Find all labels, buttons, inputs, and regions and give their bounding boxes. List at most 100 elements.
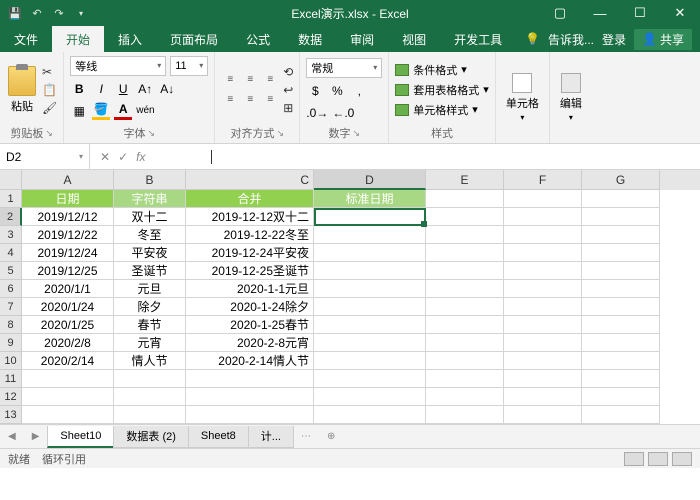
- cell[interactable]: [504, 226, 582, 244]
- minimize-button[interactable]: —: [580, 0, 620, 26]
- cell[interactable]: [186, 370, 314, 388]
- cell[interactable]: [426, 352, 504, 370]
- cancel-formula-icon[interactable]: ✕: [100, 150, 110, 164]
- cell[interactable]: [504, 190, 582, 208]
- cell[interactable]: 冬至: [114, 226, 186, 244]
- save-icon[interactable]: 💾: [6, 4, 24, 22]
- cell[interactable]: [426, 406, 504, 424]
- cell[interactable]: [426, 280, 504, 298]
- number-format-combo[interactable]: 常规▾: [306, 58, 382, 78]
- row-header[interactable]: 6: [0, 280, 22, 298]
- row-header[interactable]: 10: [0, 352, 22, 370]
- cell[interactable]: [504, 406, 582, 424]
- cell[interactable]: 2019/12/22: [22, 226, 114, 244]
- cell[interactable]: 2019/12/12: [22, 208, 114, 226]
- cell[interactable]: [114, 388, 186, 406]
- row-header[interactable]: 3: [0, 226, 22, 244]
- sheet-tab[interactable]: 计...: [248, 426, 294, 448]
- cell[interactable]: [426, 388, 504, 406]
- cell[interactable]: 情人节: [114, 352, 186, 370]
- cell[interactable]: 除夕: [114, 298, 186, 316]
- format-as-table-button[interactable]: 套用表格格式 ▾: [395, 81, 489, 99]
- row-header[interactable]: 9: [0, 334, 22, 352]
- cell[interactable]: [582, 208, 660, 226]
- cell[interactable]: [582, 280, 660, 298]
- cell[interactable]: 2019-12-12双十二: [186, 208, 314, 226]
- tab-dev[interactable]: 开发工具: [440, 26, 516, 52]
- cell[interactable]: [314, 208, 426, 226]
- underline-button[interactable]: U: [114, 80, 132, 98]
- cell[interactable]: [114, 370, 186, 388]
- align-top-icon[interactable]: ≡: [221, 71, 239, 89]
- row-header[interactable]: 11: [0, 370, 22, 388]
- cell[interactable]: [582, 406, 660, 424]
- cell[interactable]: [114, 406, 186, 424]
- redo-icon[interactable]: ↷: [50, 4, 68, 22]
- select-all-corner[interactable]: [0, 170, 22, 190]
- cell[interactable]: [504, 298, 582, 316]
- share-button[interactable]: 👤共享: [634, 29, 692, 50]
- cell[interactable]: 双十二: [114, 208, 186, 226]
- cell[interactable]: 2019-12-25圣诞节: [186, 262, 314, 280]
- format-painter-icon[interactable]: 🖌: [42, 101, 57, 115]
- cell[interactable]: [426, 190, 504, 208]
- align-right-icon[interactable]: ≡: [261, 91, 279, 109]
- cell[interactable]: 2020-1-24除夕: [186, 298, 314, 316]
- align-left-icon[interactable]: ≡: [221, 91, 239, 109]
- cell[interactable]: 平安夜: [114, 244, 186, 262]
- cell[interactable]: [186, 406, 314, 424]
- row-header[interactable]: 1: [0, 190, 22, 208]
- cell[interactable]: [22, 406, 114, 424]
- cell[interactable]: [186, 388, 314, 406]
- cell[interactable]: 2020-1-1元旦: [186, 280, 314, 298]
- row-header[interactable]: 13: [0, 406, 22, 424]
- col-header-a[interactable]: A: [22, 170, 114, 190]
- cell[interactable]: 2020/1/24: [22, 298, 114, 316]
- row-header[interactable]: 4: [0, 244, 22, 262]
- font-launcher-icon[interactable]: ↘: [147, 128, 155, 139]
- name-box[interactable]: D2▾: [0, 144, 90, 169]
- cell[interactable]: 2019-12-22冬至: [186, 226, 314, 244]
- sheet-tab[interactable]: 数据表 (2): [113, 426, 189, 448]
- cell[interactable]: [314, 280, 426, 298]
- col-header-c[interactable]: C: [186, 170, 314, 190]
- cell[interactable]: [504, 334, 582, 352]
- cell[interactable]: [314, 226, 426, 244]
- cell[interactable]: [22, 388, 114, 406]
- align-bottom-icon[interactable]: ≡: [261, 71, 279, 89]
- decrease-decimal-button[interactable]: ←.0: [332, 104, 354, 122]
- row-header[interactable]: 7: [0, 298, 22, 316]
- formula-bar[interactable]: [155, 144, 700, 169]
- cell[interactable]: [314, 388, 426, 406]
- cell[interactable]: [582, 352, 660, 370]
- col-header-b[interactable]: B: [114, 170, 186, 190]
- undo-icon[interactable]: ↶: [28, 4, 46, 22]
- cell[interactable]: [504, 316, 582, 334]
- cell[interactable]: 2020/2/14: [22, 352, 114, 370]
- cell[interactable]: [314, 298, 426, 316]
- cell[interactable]: 元宵: [114, 334, 186, 352]
- cell[interactable]: [582, 388, 660, 406]
- tab-review[interactable]: 审阅: [336, 26, 388, 52]
- cut-icon[interactable]: ✂: [42, 65, 57, 79]
- number-launcher-icon[interactable]: ↘: [353, 128, 361, 139]
- layout-view-icon[interactable]: [648, 452, 668, 466]
- orientation-icon[interactable]: ⟲: [283, 65, 293, 79]
- sheet-tab-active[interactable]: Sheet10: [47, 426, 114, 448]
- cells-button[interactable]: 单元格▾: [502, 71, 543, 124]
- cell[interactable]: [426, 244, 504, 262]
- cell[interactable]: [504, 370, 582, 388]
- clipboard-launcher-icon[interactable]: ↘: [45, 128, 53, 139]
- cell[interactable]: [426, 262, 504, 280]
- cell[interactable]: [426, 334, 504, 352]
- align-center-icon[interactable]: ≡: [241, 91, 259, 109]
- tab-data[interactable]: 数据: [284, 26, 336, 52]
- cell[interactable]: [314, 406, 426, 424]
- cell[interactable]: 字符串: [114, 190, 186, 208]
- maximize-button[interactable]: ☐: [620, 0, 660, 26]
- copy-icon[interactable]: 📋: [42, 83, 57, 97]
- col-header-d[interactable]: D: [314, 170, 426, 190]
- wrap-text-icon[interactable]: ↩: [283, 83, 293, 97]
- cell[interactable]: [504, 352, 582, 370]
- cell[interactable]: [582, 244, 660, 262]
